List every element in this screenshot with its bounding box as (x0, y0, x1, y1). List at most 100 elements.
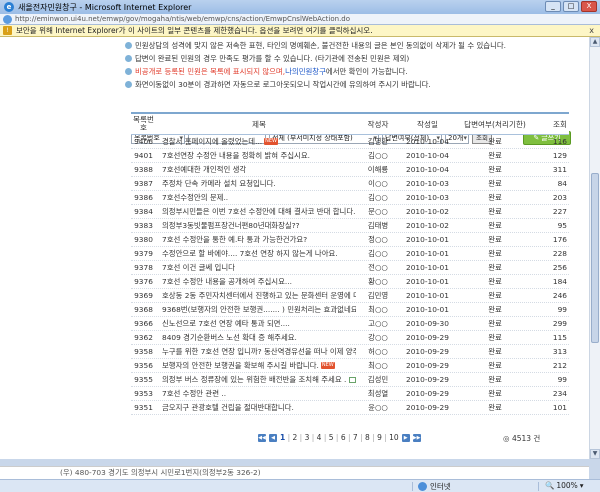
complaint-title-link-text[interactable]: 경찰서 홈페이지에 올렸었는데... (162, 136, 262, 147)
complaint-title-link-text[interactable]: 7호선예대한 개인적인 생각 (162, 164, 246, 175)
complaint-title-link[interactable]: 9368번(보행자의 안전한 보행권....... ) 민원처리는 효과없네요.… (156, 304, 356, 315)
complaint-title-link[interactable]: 신노선으로 7호선 연장 예타 통과 되면.... (156, 318, 356, 329)
answer-status-text: 완료 (488, 347, 502, 356)
complaint-title-link-text[interactable]: 7호선 수정안 관련 .. (162, 388, 226, 399)
answer-status-text: 완료 (488, 207, 502, 216)
complaint-title-link-text[interactable]: 의정부3동빗물펌프장건너편80년대화장실?? (162, 220, 300, 231)
table-row[interactable]: 9384 의정부시민들은 이번 7호선 수정안에 대해 결사코 반대 합니다. 문○… (131, 205, 569, 219)
complaint-title-link[interactable]: 7호선 이건 글쎄 입니다 (156, 262, 356, 273)
complaint-title-link[interactable]: 호상동 2동 주민자치센터에서 진행하고 있는 문화센터 운영에 대한 민원 (156, 290, 356, 301)
table-row[interactable]: 9386 7호선수정안의 문제.. 김○○ 2010-10-03 완료 203 (131, 191, 569, 205)
view-count: 101 (535, 403, 569, 412)
complaint-title-link[interactable]: 주정차 단속 카메라 설치 요청입니다. (156, 178, 356, 189)
list-number: 9368 (131, 305, 156, 314)
table-row[interactable]: 9387 주정차 단속 카메라 설치 요청입니다. 이○○ 2010-10-03 완료 8… (131, 177, 569, 191)
complaint-title-link-text[interactable]: 9368번(보행자의 안전한 보행권....... ) 민원처리는 효과없네요.… (162, 304, 356, 315)
complaint-title-link[interactable]: 7호선 수정안 내용을 공개하여 주십시요... (156, 276, 356, 287)
complaint-title-link[interactable]: 의정부 버스 정류장에 있는 위험한 배전반을 조치해 주세요 ... (156, 374, 356, 385)
table-row[interactable]: 9369 호상동 2동 주민자치센터에서 진행하고 있는 문화센터 운영에 대한 … (131, 289, 569, 303)
zoom-control[interactable]: 🔍 100% ▾ (545, 481, 584, 490)
scroll-down-icon[interactable]: ▼ (590, 449, 600, 459)
view-count: 246 (535, 291, 569, 300)
complaint-title-link[interactable]: 7호선 수정안 관련 .. (156, 388, 356, 399)
complaint-title-link-text[interactable]: 주정차 단속 카메라 설치 요청입니다. (162, 178, 276, 189)
scroll-up-icon[interactable]: ▲ (590, 37, 600, 47)
created-date: 2010-10-01 (400, 263, 455, 272)
complaint-title-link-text[interactable]: 7호선수정안의 문제.. (162, 192, 228, 203)
table-row[interactable]: 9376 7호선 수정안 내용을 공개하여 주십시요... 황○○ 2010-10-0… (131, 275, 569, 289)
security-infobar[interactable]: ! 보안을 위해 Internet Explorer가 이 사이트의 일부 콘텐… (0, 25, 600, 37)
header-answer: 답변여부(처리기한) (464, 119, 526, 129)
complaint-title-link-text[interactable]: 수정안으로 할 바에야.... 7호선 연장 하지 않는게 나아요. (162, 248, 338, 259)
author-name-text: 이○○ (368, 179, 388, 188)
author-name-text: 김성민 (367, 375, 389, 384)
complaint-title-link[interactable]: 경찰서 홈페이지에 올렸었는데... NEW (156, 136, 356, 147)
complaint-title-link-text[interactable]: 누구를 위한 7호선 연장 입니까? 동산역경유선을 떠나 이제 양주연장선 마… (162, 346, 356, 357)
first-page-icon[interactable]: ◀◀ (258, 433, 266, 442)
pagination: ◀◀ ◀ 1 | 2 | 3 | 4 | 5 | 6 | 7 | 8 | 9 |… (258, 433, 421, 442)
view-count-text: 101 (552, 403, 567, 412)
complaint-title-link-text[interactable]: 7호선 수정안을 통한 예.타 통과 가능한건가요? (162, 234, 307, 245)
address-url[interactable]: http://eminwon.ui4u.net/emwp/gov/mogaha/… (15, 15, 350, 23)
complaint-title-link-text[interactable]: 7호선 수정안 내용을 공개하여 주십시요... (162, 276, 292, 287)
vertical-scrollbar[interactable]: ▲ ▼ (589, 37, 600, 459)
complaint-title-link-text[interactable]: 7호선연장 수정안 내용을 정확히 밝혀 주십시요. (162, 150, 310, 161)
next-page-icon[interactable]: ▶ (401, 433, 410, 442)
complaint-title-link[interactable]: 8409 경기순환버스 노선 확대 증 해주세요. (156, 332, 356, 343)
complaint-title-link-text[interactable]: 의정부시민들은 이번 7호선 수정안에 대해 결사코 반대 합니다. (162, 206, 355, 217)
infobar-close-icon[interactable]: x (589, 26, 594, 35)
close-button[interactable]: X (581, 1, 597, 12)
chevron-down-icon: ▾ (579, 481, 584, 490)
table-row[interactable]: 9406 경찰서 홈페이지에 올렸었는데... NEW 김영환 2010-10-04 완료… (131, 135, 569, 149)
table-row[interactable]: 9383 의정부3동빗물펌프장건너편80년대화장실?? 김태병 2010-10-02 완… (131, 219, 569, 233)
table-row[interactable]: 9388 7호선예대한 개인적인 생각 이해룡 2010-10-04 완료 311 (131, 163, 569, 177)
complaint-title-link[interactable]: 7호선연장 수정안 내용을 정확히 밝혀 주십시요. (156, 150, 356, 161)
table-row[interactable]: 9379 수정안으로 할 바에야.... 7호선 연장 하지 않는게 나아요. 김○… (131, 247, 569, 261)
complaint-title-link[interactable]: 7호선수정안의 문제.. (156, 192, 356, 203)
complaint-title-link-text[interactable]: 8409 경기순환버스 노선 확대 증 해주세요. (162, 332, 297, 343)
table-row[interactable]: 9380 7호선 수정안을 통한 예.타 통과 가능한건가요? 정○○ 2010-10… (131, 233, 569, 247)
maximize-button[interactable]: □ (563, 1, 579, 12)
page-link[interactable]: 10 (389, 433, 399, 442)
complaint-title-link-text[interactable]: 보행자의 안전한 보행권을 확보해 주시길 바랍니다. (162, 360, 319, 371)
complaint-title-link[interactable]: 수정안으로 할 바에야.... 7호선 연장 하지 않는게 나아요. (156, 248, 356, 259)
table-row[interactable]: 9362 8409 경기순환버스 노선 확대 증 해주세요. 강○○ 2010-09-… (131, 331, 569, 345)
complaint-title-link[interactable]: 7호선 수정안을 통한 예.타 통과 가능한건가요? (156, 234, 356, 245)
complaint-title-link[interactable]: 금오지구 관광호텔 건립을 절대반대합니다. (156, 402, 356, 413)
table-row[interactable]: 9378 7호선 이건 글쎄 입니다 전○○ 2010-10-01 완료 256 (131, 261, 569, 275)
complaint-title-link-text[interactable]: 호상동 2동 주민자치센터에서 진행하고 있는 문화센터 운영에 대한 민원 (162, 290, 356, 301)
table-row[interactable]: 9401 7호선연장 수정안 내용을 정확히 밝혀 주십시요. 김○○ 2010-10… (131, 149, 569, 163)
complaint-title-link-text[interactable]: 7호선 이건 글쎄 입니다 (162, 262, 235, 273)
complaint-title-link[interactable]: 의정부시민들은 이번 7호선 수정안에 대해 결사코 반대 합니다. (156, 206, 356, 217)
prev-page-icon[interactable]: ◀ (269, 433, 277, 442)
table-row[interactable]: 9353 7호선 수정안 관련 .. 최성열 2010-09-29 완료 234 (131, 387, 569, 401)
infobar-text[interactable]: 보안을 위해 Internet Explorer가 이 사이트의 일부 콘텐츠를… (16, 25, 373, 36)
my-complaints-link[interactable]: 나의민원창구 (285, 65, 326, 78)
complaint-title-link-text[interactable]: 의정부 버스 정류장에 있는 위험한 배전반을 조치해 주세요 ... (162, 374, 346, 385)
complaint-title-link[interactable]: 보행자의 안전한 보행권을 확보해 주시길 바랍니다. NEW (156, 360, 356, 371)
complaint-title-link[interactable]: 7호선예대한 개인적인 생각 (156, 164, 356, 175)
security-zone[interactable]: 인터넷 (418, 481, 451, 492)
last-page-icon[interactable]: ▶▶ (412, 433, 421, 442)
table-row[interactable]: 9351 금오지구 관광호텔 건립을 절대반대합니다. 윤○○ 2010-09-29 완… (131, 401, 569, 415)
address-bar[interactable]: http://eminwon.ui4u.net/emwp/gov/mogaha/… (0, 14, 600, 25)
table-row[interactable]: 9368 9368번(보행자의 안전한 보행권....... ) 민원처리는 효과… (131, 303, 569, 317)
table-row[interactable]: 9356 보행자의 안전한 보행권을 확보해 주시길 바랍니다. NEW 최○○ 201… (131, 359, 569, 373)
view-count-text: 228 (552, 249, 567, 258)
complaint-title-link[interactable]: 누구를 위한 7호선 연장 입니까? 동산역경유선을 떠나 이제 양주연장선 마… (156, 346, 356, 357)
created-date: 2010-10-01 (400, 249, 455, 258)
table-row[interactable]: 9358 누구를 위한 7호선 연장 입니까? 동산역경유선을 떠나 이제 양주연… (131, 345, 569, 359)
scroll-thumb[interactable] (591, 173, 599, 343)
minimize-button[interactable]: _ (545, 1, 561, 12)
complaint-title-link-text[interactable]: 금오지구 관광호텔 건립을 절대반대합니다. (162, 402, 294, 413)
table-row[interactable]: 9366 신노선으로 7호선 연장 예타 통과 되면.... 고○○ 2010-09-… (131, 317, 569, 331)
view-count: 203 (535, 193, 569, 202)
complaint-title-link-text[interactable]: 신노선으로 7호선 연장 예타 통과 되면.... (162, 318, 290, 329)
page-separator: | (285, 433, 293, 442)
view-count: 256 (535, 263, 569, 272)
table-row[interactable]: 9355 의정부 버스 정류장에 있는 위험한 배전반을 조치해 주세요 ... 김… (131, 373, 569, 387)
created-date-text: 2010-10-01 (406, 235, 449, 244)
list-number-text: 9376 (134, 277, 153, 286)
complaint-title-link[interactable]: 의정부3동빗물펌프장건너편80년대화장실?? (156, 220, 356, 231)
answer-status-text: 완료 (488, 389, 502, 398)
